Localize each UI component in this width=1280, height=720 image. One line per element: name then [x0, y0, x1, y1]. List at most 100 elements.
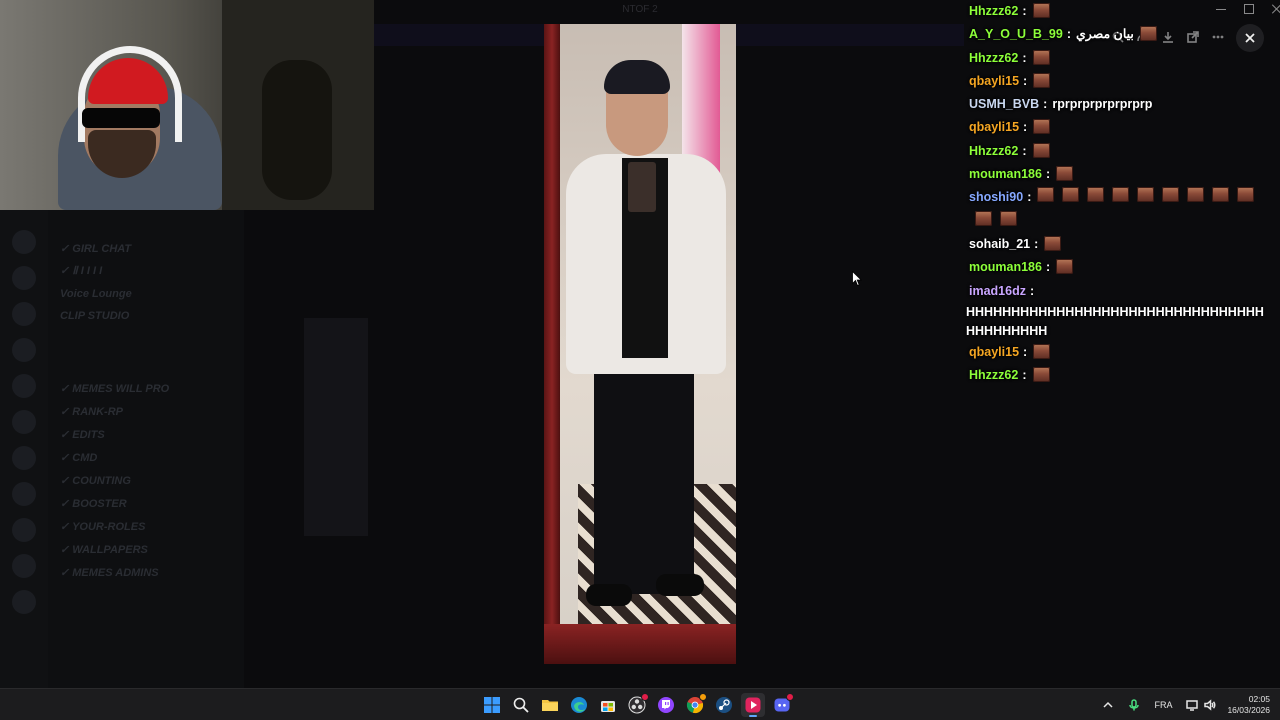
store-icon [601, 701, 615, 712]
clock[interactable]: 02:05 16/03/2026 [1227, 694, 1270, 716]
chat-username[interactable]: Hhzzz62 [969, 4, 1018, 18]
server-icon[interactable] [12, 374, 36, 398]
chat-separator: : [1022, 50, 1027, 65]
chat-username[interactable]: USMH_BVB [969, 97, 1039, 111]
server-icon[interactable] [12, 266, 36, 290]
chat-username[interactable]: qbayli15 [969, 120, 1019, 134]
chat-username[interactable]: qbayli15 [969, 345, 1019, 359]
emote-icon [1033, 119, 1051, 135]
chrome-button[interactable] [683, 693, 707, 717]
language-indicator[interactable]: FRA [1154, 700, 1172, 710]
chat-username[interactable]: qbayli15 [969, 74, 1019, 88]
channel-item[interactable]: ✓ WALLPAPERS [60, 543, 236, 557]
notification-badge [641, 693, 649, 701]
server-icon[interactable] [12, 338, 36, 362]
chat-username[interactable]: sohaib_21 [969, 237, 1030, 251]
channel-item[interactable]: ✓ MEMES WILL PRO [60, 382, 236, 396]
emote-icon [1237, 187, 1255, 203]
server-icon[interactable] [12, 482, 36, 506]
member-item[interactable] [1122, 400, 1262, 414]
start-button[interactable] [480, 693, 504, 717]
server-icon[interactable] [12, 590, 36, 614]
obs-button[interactable] [625, 693, 649, 717]
emote-icon [1137, 187, 1155, 203]
chat-username[interactable]: A_Y_O_U_B_99 [969, 27, 1063, 41]
emote-icon [1087, 187, 1105, 203]
search-button[interactable] [509, 693, 533, 717]
chat-separator: : [1022, 4, 1027, 18]
channel-item[interactable]: ✓ GIRL CHAT [60, 242, 236, 256]
taskbar: FRA 02:05 16/03/2026 [0, 688, 1280, 720]
channel-item[interactable]: ✓ RANK-RP [60, 405, 236, 419]
window-title: NTOF 2 [622, 4, 658, 15]
chat-separator: : [1029, 283, 1035, 298]
channel-item[interactable]: ✓ Ⅱ I I I I [60, 264, 236, 278]
channel-item[interactable]: ✓ COUNTING [60, 474, 236, 488]
system-tray: FRA 02:05 16/03/2026 [1095, 689, 1280, 720]
chat-message: qbayli15: [966, 341, 1276, 364]
chat-separator: : [1066, 27, 1071, 42]
microphone-button[interactable] [1128, 699, 1140, 711]
chat-message: Hhzzz62: [966, 0, 1276, 23]
chat-username[interactable]: mouman186 [969, 167, 1042, 181]
channel-item[interactable]: ✓ CMD [60, 451, 236, 465]
network-button[interactable] [1186, 699, 1199, 711]
clock-time: 02:05 [1248, 694, 1270, 704]
emote-icon [1032, 142, 1050, 158]
edge-button[interactable] [567, 693, 591, 717]
emote-icon [1044, 235, 1062, 251]
channel-item[interactable]: CLIP STUDIO [60, 310, 236, 324]
channel-item[interactable]: ✓ BOOSTER [60, 497, 236, 511]
server-icon[interactable] [12, 518, 36, 542]
chat-separator: : [1022, 368, 1027, 383]
chat-username[interactable]: imad16dz [969, 284, 1026, 298]
emote-icon [1212, 187, 1230, 203]
steam-button[interactable] [712, 693, 736, 717]
chat-message-text: HHHHHHHHHHHHHHHHHHHHHHHHHHHHHHHHHHHHHHHH… [966, 304, 1264, 338]
chat-separator: : [1043, 97, 1048, 112]
chat-message: Hhzzz62: [966, 364, 1276, 387]
media-player-button[interactable] [741, 693, 765, 717]
discord-channel-list: ✓ GIRL CHAT ✓ Ⅱ I I I I Voice Lounge CLI… [48, 210, 244, 688]
server-icon[interactable] [12, 302, 36, 326]
chat-username[interactable]: Hhzzz62 [969, 368, 1018, 382]
person-legs [594, 374, 694, 594]
chat-message: qbayli15: [966, 70, 1276, 93]
chat-message: imad16dz: HHHHHHHHHHHHHHHHHHHHHHHHHHHHHHH… [966, 280, 1276, 341]
server-icon[interactable] [12, 554, 36, 578]
folder-icon [542, 700, 558, 711]
channel-item[interactable]: ✓ MEMES ADMINS [60, 566, 236, 580]
chat-message: mouman186: [966, 163, 1276, 186]
chat-username[interactable]: Hhzzz62 [969, 51, 1018, 65]
webcam-motorcycle [262, 60, 332, 200]
notification-badge [699, 693, 707, 701]
chat-username[interactable]: mouman186 [969, 260, 1042, 274]
channel-item[interactable]: ✓ EDITS [60, 428, 236, 442]
volume-button[interactable] [1204, 699, 1216, 711]
store-button[interactable] [596, 693, 620, 717]
channel-item[interactable]: Voice Lounge [60, 288, 236, 302]
chat-message-text: بيان مصري [1075, 27, 1134, 42]
discord-server-rail [0, 210, 48, 688]
server-icon[interactable] [12, 446, 36, 470]
left-shoe [586, 584, 632, 606]
image-viewer-photo[interactable] [544, 24, 736, 664]
server-icon[interactable] [12, 230, 36, 254]
chat-username[interactable]: shoshi90 [969, 190, 1023, 204]
file-explorer-button[interactable] [538, 693, 562, 717]
channel-item[interactable]: ✓ YOUR-ROLES [60, 520, 236, 534]
chat-message: sohaib_21: [966, 233, 1276, 256]
monitor-network-icon [1186, 700, 1199, 711]
emote-icon [1037, 187, 1055, 203]
discord-button[interactable] [770, 693, 794, 717]
notification-badge [786, 693, 794, 701]
emote-icon [1162, 187, 1180, 203]
chat-message: Hhzzz62: [966, 140, 1276, 163]
chat-image-thumbnail[interactable] [304, 318, 368, 536]
server-icon[interactable] [12, 410, 36, 434]
mirror-frame-bottom [544, 624, 736, 664]
mouse-cursor-icon [852, 271, 862, 287]
twitch-button[interactable] [654, 693, 678, 717]
chat-username[interactable]: Hhzzz62 [969, 144, 1018, 158]
tray-overflow-button[interactable] [1102, 699, 1114, 711]
